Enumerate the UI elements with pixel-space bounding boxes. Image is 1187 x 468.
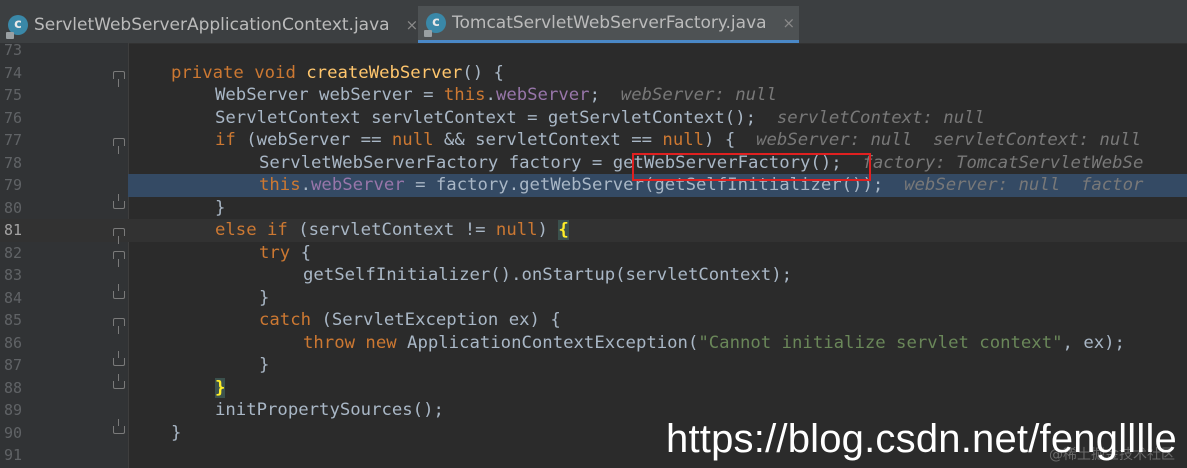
code-text: }: [259, 355, 270, 375]
code-text: WebServer webServer = this.webServer; we…: [215, 85, 777, 105]
code-line[interactable]: 80 }: [0, 193, 1187, 220]
watermark: https://blog.csdn.net/fenglllle: [666, 417, 1177, 461]
code-text: initPropertySources();: [215, 400, 444, 420]
code-text: getSelfInitializer().onStartup(servletCo…: [303, 265, 792, 285]
code-line[interactable]: 83 getSelfInitializer().onStartup(servle…: [0, 264, 1187, 287]
line-number: 80: [3, 198, 22, 217]
tab-label: TomcatServletWebServerFactory.java: [452, 13, 767, 33]
fold-marker-icon[interactable]: [113, 283, 125, 299]
fold-marker-icon[interactable]: [113, 228, 125, 244]
line-number: 87: [3, 356, 22, 374]
code-line[interactable]: 77 if (webServer == null && servletConte…: [0, 129, 1187, 154]
code-line[interactable]: 87 }: [0, 351, 1187, 377]
fold-marker-icon[interactable]: [113, 70, 125, 87]
fold-marker-icon[interactable]: [113, 193, 125, 209]
code-line[interactable]: 82 try {: [0, 242, 1187, 267]
debug-value-hint: servletContext: null: [932, 130, 1142, 150]
gutter-row: 79: [0, 174, 128, 197]
line-number: 74: [3, 63, 22, 82]
line-number: 88: [3, 378, 22, 397]
tab-tomcat-servlet-web-server-factory[interactable]: c TomcatServletWebServerFactory.java ×: [418, 6, 799, 43]
code-text: ServletContext servletContext = getServl…: [215, 107, 985, 128]
tab-servlet-web-server-application-context[interactable]: c ServletWebServerApplicationContext.jav…: [0, 6, 418, 43]
line-number: 84: [3, 288, 22, 307]
code-text: try {: [259, 242, 312, 263]
code-line[interactable]: 76 ServletContext servletContext = getSe…: [0, 107, 1187, 130]
debug-value-hint: factor: [1080, 175, 1144, 195]
class-icon: c: [424, 13, 446, 37]
line-number: 83: [3, 266, 22, 284]
code-line[interactable]: 84 }: [0, 283, 1187, 310]
line-number: 86: [3, 333, 22, 352]
code-text: catch (ServletException ex) {: [259, 310, 561, 330]
line-number: 85: [3, 311, 22, 329]
code-text: throw new ApplicationContextException("C…: [303, 332, 1125, 353]
code-text: }: [215, 197, 226, 218]
fold-marker-icon[interactable]: [113, 373, 125, 389]
line-number: 78: [3, 153, 22, 172]
line-number: 90: [3, 423, 22, 442]
line-number: 76: [3, 108, 22, 127]
code-text: }: [259, 287, 270, 308]
editor-tab-bar: c ServletWebServerApplicationContext.jav…: [0, 0, 1187, 44]
fold-marker-icon[interactable]: [113, 418, 125, 434]
code-line[interactable]: 85 catch (ServletException ex) {: [0, 309, 1187, 334]
line-number: 73: [3, 41, 22, 59]
line-number: 89: [3, 401, 22, 419]
code-line[interactable]: 86 throw new ApplicationContextException…: [0, 332, 1187, 355]
debug-value-hint: webServer: null: [756, 130, 913, 150]
highlight-box: [632, 153, 871, 181]
code-text: }: [215, 377, 226, 398]
code-text: }: [171, 422, 182, 443]
line-number: 77: [3, 131, 22, 149]
debug-value-hint: webServer: null: [620, 85, 777, 105]
debug-value-hint: factory: TomcatServletWebSe: [862, 152, 1144, 173]
fold-marker-icon[interactable]: [113, 138, 125, 154]
code-text: else if (servletContext != null) {: [215, 220, 569, 240]
code-line[interactable]: 88 }: [0, 373, 1187, 400]
fold-marker-icon[interactable]: [113, 318, 125, 334]
code-text: private void createWebServer() {: [171, 62, 504, 83]
fold-marker-icon[interactable]: [113, 351, 125, 366]
close-icon[interactable]: ×: [783, 14, 796, 32]
line-number: 79: [3, 176, 22, 194]
tab-label: ServletWebServerApplicationContext.java: [34, 14, 390, 35]
code-editor[interactable]: 73 74 private void createWebServer() { 7…: [0, 41, 1187, 468]
line-number: 81: [3, 221, 22, 239]
debug-value-hint: servletContext: null: [776, 107, 985, 128]
current-code-line[interactable]: 81 else if (servletContext != null) {: [0, 219, 1187, 244]
code-line[interactable]: 74 private void createWebServer() {: [0, 62, 1187, 87]
class-icon: c: [6, 14, 28, 39]
close-icon[interactable]: ×: [406, 16, 419, 34]
code-line[interactable]: 78 ServletWebServerFactory factory = get…: [0, 152, 1187, 175]
line-number: 75: [3, 86, 22, 104]
code-line[interactable]: 75 WebServer webServer = this.webServer;…: [0, 84, 1187, 107]
line-number: 91: [3, 446, 22, 464]
code-line[interactable]: 73: [0, 39, 1187, 62]
debug-value-hint: webServer: null: [904, 175, 1061, 195]
line-number: 82: [3, 243, 22, 262]
code-text: if (webServer == null && servletContext …: [215, 130, 1142, 150]
fold-marker-icon[interactable]: [113, 250, 125, 267]
